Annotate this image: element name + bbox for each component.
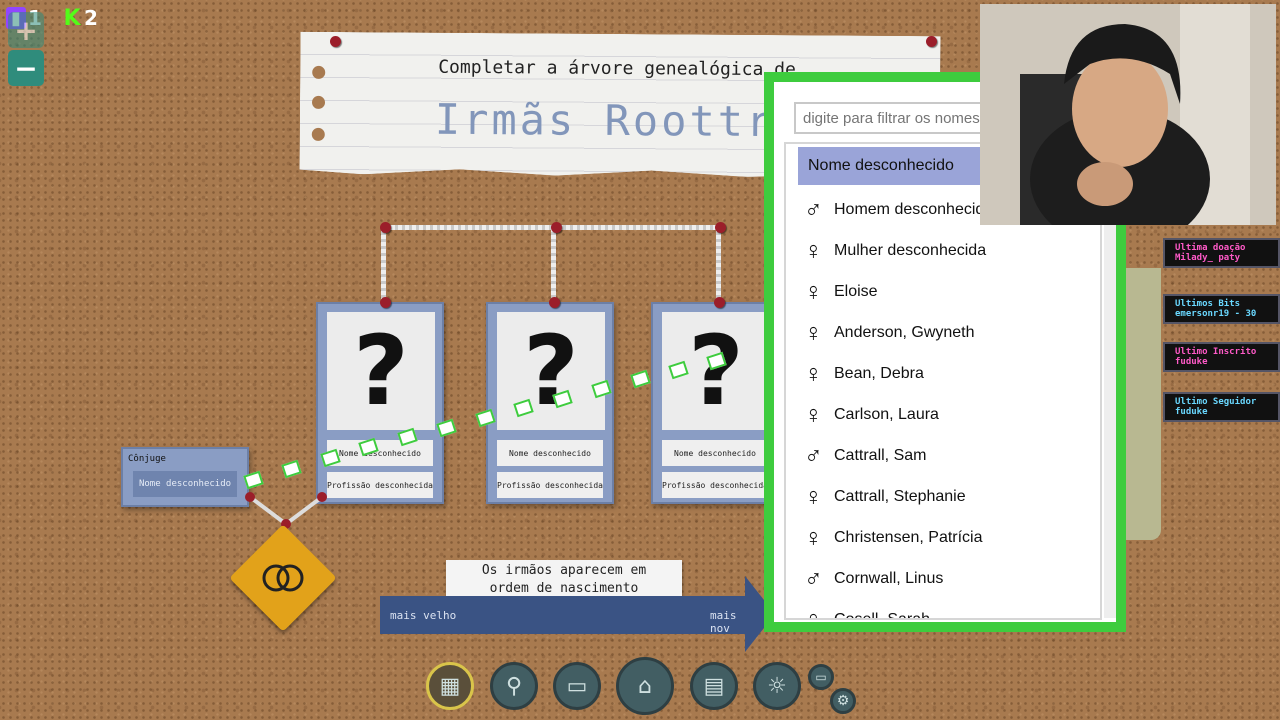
name-option[interactable]: ♀ Eloise <box>804 272 878 312</box>
investigate-tool-button[interactable]: ⚲ <box>490 662 538 710</box>
magnifier-person-icon: ⚲ <box>505 673 523 699</box>
rings-icon <box>262 564 304 592</box>
female-icon: ♀ <box>804 318 823 347</box>
notebook-icon: ▤ <box>703 673 725 699</box>
female-icon: ♀ <box>804 359 823 388</box>
female-icon: ♀ <box>804 523 823 552</box>
name-option[interactable]: ♀ Cattrall, Stephanie <box>804 477 966 517</box>
webcam-overlay <box>980 4 1276 225</box>
male-icon: ♂ <box>804 441 823 470</box>
home-icon: ⌂ <box>638 673 652 699</box>
female-icon: ♀ <box>804 482 823 511</box>
gear-icon: ⚙ <box>836 693 850 709</box>
name-option[interactable]: ♀ Mulher desconhecida <box>804 231 986 271</box>
female-icon: ♀ <box>804 277 823 306</box>
name-option-label: Eloise <box>834 283 878 300</box>
name-option-label: Christensen, Patrícia <box>834 529 983 546</box>
last-follower-widget: Ultimo Seguidor fuduke <box>1163 392 1280 422</box>
ticket-icon: ▭ <box>815 670 827 684</box>
female-icon: ♀ <box>804 605 823 620</box>
name-option-label: Carlson, Laura <box>834 406 939 423</box>
name-option-label: Cornwall, Linus <box>834 570 944 587</box>
notebook-tool-button[interactable]: ▤ <box>690 662 738 710</box>
name-option[interactable]: ♀ Carlson, Laura <box>804 395 939 435</box>
arrow-left-label: mais velho <box>390 609 457 622</box>
settings-button[interactable]: ⚙ <box>830 688 856 714</box>
last-bits-widget: Ultimos Bits emersonr19 - 30 <box>1163 294 1280 324</box>
board-icon: ▦ <box>439 673 461 699</box>
female-icon: ♀ <box>804 400 823 429</box>
streamer-webcam-image <box>980 4 1276 225</box>
name-option-label: Mulher desconhecida <box>834 242 987 259</box>
computer-tool-button[interactable]: ▭ <box>553 662 601 710</box>
last-subscriber-widget: Ultimo Inscrito fuduke <box>1163 342 1280 372</box>
name-option[interactable]: ♀ Cosell, Sarah <box>804 600 931 620</box>
name-option[interactable]: ♀ Bean, Debra <box>804 354 924 394</box>
lightbulb-person-icon: ☼ <box>767 673 787 699</box>
ticket-tool-button[interactable]: ▭ <box>808 664 834 690</box>
last-donation-widget: Ultima doação Milady_ paty <box>1163 238 1280 268</box>
name-option[interactable]: ♀ Christensen, Patrícia <box>804 518 983 558</box>
name-option-label: Anderson, Gwyneth <box>834 324 975 341</box>
arrow-right-label: mais nov <box>710 609 737 635</box>
name-option-label: Homem desconhecido <box>834 201 994 218</box>
female-icon: ♀ <box>804 236 823 265</box>
family-tree-tool-button[interactable]: ▦ <box>426 662 474 710</box>
name-option[interactable]: ♀ Anderson, Gwyneth <box>804 313 975 353</box>
birth-order-arrow: mais velho mais nov <box>380 596 748 635</box>
birth-order-note: Os irmãos aparecem em ordem de nasciment… <box>446 560 682 600</box>
name-option-label: Cosell, Sarah <box>834 611 931 620</box>
side-panel <box>1125 268 1161 540</box>
name-option-label: Cattrall, Stephanie <box>834 488 966 505</box>
hint-tool-button[interactable]: ☼ <box>753 662 801 710</box>
computer-icon: ▭ <box>566 673 588 699</box>
name-option[interactable]: ♂ Cornwall, Linus <box>804 559 943 599</box>
name-option[interactable]: ♂ Homem desconhecido <box>804 190 993 230</box>
home-tool-button[interactable]: ⌂ <box>616 657 674 715</box>
name-option[interactable]: ♂ Cattrall, Sam <box>804 436 926 476</box>
male-icon: ♂ <box>804 195 823 224</box>
male-icon: ♂ <box>804 564 823 593</box>
name-option-label: Cattrall, Sam <box>834 447 927 464</box>
name-option-label: Bean, Debra <box>834 365 924 382</box>
